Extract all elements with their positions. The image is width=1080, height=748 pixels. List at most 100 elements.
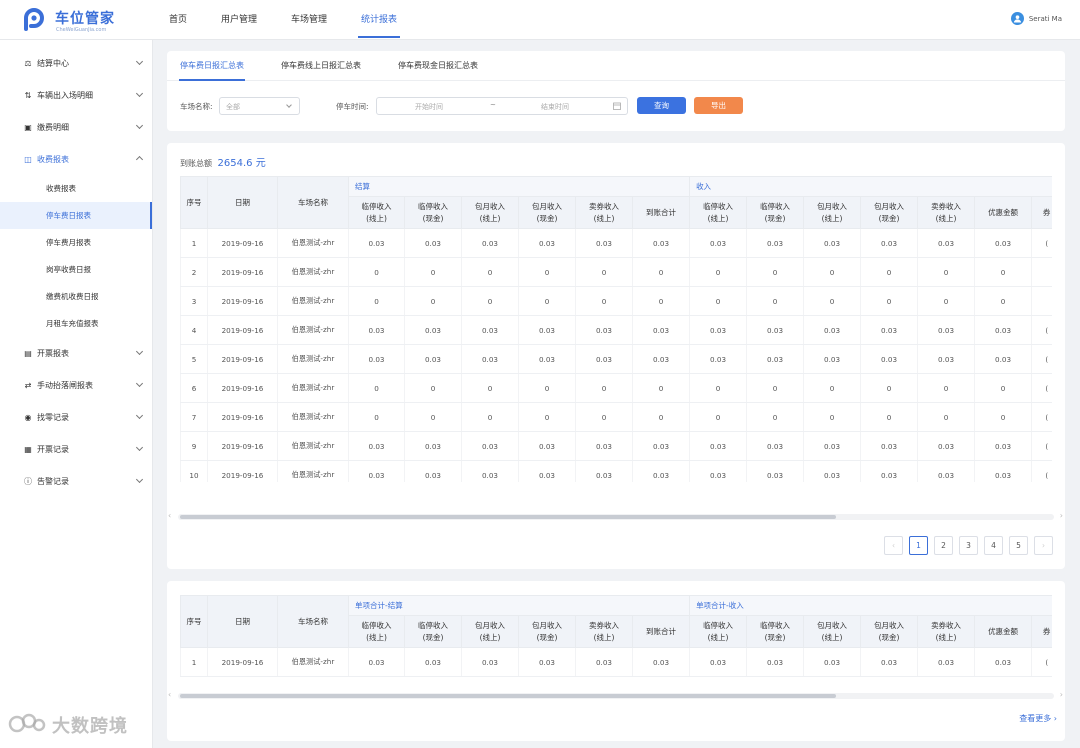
table-row[interactable]: 7 2019-09-16 伯恩测试-zhr 0 0 0 0 0 0 0 0 0 0 0 0( xyxy=(180,402,1052,432)
column-header: 优惠金额 xyxy=(974,196,1033,229)
watermark: 大数跨境 xyxy=(8,712,128,738)
sidebar-sub-booth-daily[interactable]: 岗亭收费日报 xyxy=(0,256,152,283)
page-5-button[interactable]: 5 xyxy=(1009,536,1028,555)
lot-header: 车场名称 xyxy=(277,595,349,648)
nav-home[interactable]: 首页 xyxy=(152,0,204,40)
sidebar-item-invoice-record[interactable]: ▦ 开票记录 xyxy=(0,433,152,465)
table-cell: 0.03 xyxy=(461,228,519,258)
date-header: 日期 xyxy=(207,176,278,229)
index-header: 序号 xyxy=(180,595,208,648)
lot-header: 车场名称 xyxy=(277,176,349,229)
sidebar-item-label: 结算中心 xyxy=(37,58,69,68)
scroll-left-icon[interactable]: ‹ xyxy=(168,511,171,520)
sidebar-sub-fee-report[interactable]: 收费报表 xyxy=(0,175,152,202)
table-cell: 0.03 xyxy=(803,228,861,258)
page-2-button[interactable]: 2 xyxy=(934,536,953,555)
table-row[interactable]: 1 2019-09-16 伯恩测试-zhr 0.03 0.03 0.03 0.03 0.03 0… xyxy=(180,228,1052,258)
table-cell: 0.03 xyxy=(518,460,576,482)
filter-bar: 车场名称: 全部 停车时间: 开始时间 ~ 结束时间 xyxy=(167,97,1065,115)
table-cell: 2019-09-16 xyxy=(207,257,278,287)
page-3-button[interactable]: 3 xyxy=(959,536,978,555)
settle-icon: ⚖ xyxy=(24,58,32,68)
nav-lot-management[interactable]: 车场管理 xyxy=(274,0,344,40)
sidebar-item-alert-record[interactable]: ⓘ 告警记录 xyxy=(0,465,152,497)
scrollbar-thumb[interactable] xyxy=(180,515,836,519)
table-row[interactable]: 9 2019-09-16 伯恩测试-zhr 0.03 0.03 0.03 0.03 0.03 0… xyxy=(180,431,1052,461)
nav-statistics[interactable]: 统计报表 xyxy=(344,0,414,40)
table-cell: 0 xyxy=(803,257,861,287)
table-cell: ( xyxy=(1031,402,1052,432)
column-header: 临停收入 (现金) xyxy=(746,196,805,229)
sidebar-item-fee-report[interactable]: ◫ 收费报表 xyxy=(0,143,152,175)
summary-table-wrapper[interactable]: 序号 日期 车场名称 单项合计-结算 单项合计-收入 临停收入 (线上) 临停收入 (现金)… xyxy=(180,595,1052,699)
export-button[interactable]: 导出 xyxy=(694,97,743,114)
tab-daily-summary[interactable]: 停车费日报汇总表 xyxy=(167,51,257,81)
scroll-right-icon[interactable]: › xyxy=(1060,690,1063,699)
table-row[interactable]: 10 2019-09-16 伯恩测试-zhr 0.03 0.03 0.03 0.03 0.03… xyxy=(180,460,1052,482)
user-menu[interactable]: Serati Ma xyxy=(1010,12,1062,25)
view-more-link[interactable]: 查看更多 › xyxy=(1019,713,1057,724)
sidebar-sub-daily-report[interactable]: 停车费日报表 xyxy=(0,202,152,229)
sidebar-sub-monthly-recharge[interactable]: 月租车充值报表 xyxy=(0,310,152,337)
table-cell: 0 xyxy=(575,286,633,316)
table-cell: 0 xyxy=(518,402,576,432)
scroll-right-icon[interactable]: › xyxy=(1060,511,1063,520)
table-cell: 0.03 xyxy=(631,315,690,345)
column-header: 卖券收入 (线上) xyxy=(917,196,976,229)
range-separator: ~ xyxy=(490,101,496,109)
table-cell: 0 xyxy=(461,373,519,403)
sidebar-sub-monthly-report[interactable]: 停车费月报表 xyxy=(0,229,152,256)
sidebar-item-payment-detail[interactable]: ▣ 缴费明细 xyxy=(0,111,152,143)
table-cell: 0.03 xyxy=(803,315,861,345)
tab-cash-daily-summary[interactable]: 停车费现金日报汇总表 xyxy=(385,51,491,80)
nav-user-management[interactable]: 用户管理 xyxy=(204,0,274,40)
table-row[interactable]: 3 2019-09-16 伯恩测试-zhr 0 0 0 0 0 0 0 0 0 0 0 0 xyxy=(180,286,1052,316)
table-cell: 0.03 xyxy=(404,315,462,345)
table-row[interactable]: 1 2019-09-16 伯恩测试-zhr 0.03 0.03 0.03 0.03 0.03 0… xyxy=(180,647,1052,677)
table-cell: ( xyxy=(1031,344,1052,374)
table-cell: 0 xyxy=(631,373,690,403)
sidebar-item-manual-gate[interactable]: ⇄ 手动抬落闸报表 xyxy=(0,369,152,401)
table-cell: 0.03 xyxy=(917,315,975,345)
start-time-input[interactable]: 开始时间 xyxy=(415,102,443,112)
table-row[interactable]: 6 2019-09-16 伯恩测试-zhr 0 0 0 0 0 0 0 0 0 0 0 0( xyxy=(180,373,1052,403)
table-cell: 伯恩测试-zhr xyxy=(277,344,349,374)
end-time-input[interactable]: 结束时间 xyxy=(541,102,569,112)
table-cell: 0.03 xyxy=(518,647,576,677)
sidebar-item-vehicle-entry-exit[interactable]: ⇅ 车辆出入场明细 xyxy=(0,79,152,111)
prev-page-button[interactable]: ‹ xyxy=(884,536,903,555)
query-button[interactable]: 查询 xyxy=(637,97,686,114)
scroll-left-icon[interactable]: ‹ xyxy=(168,690,171,699)
table-cell: 0.03 xyxy=(404,431,462,461)
table-cell: 0.03 xyxy=(518,228,576,258)
table-cell: 0.03 xyxy=(746,344,804,374)
top-bar: 车位管家 CheWeiGuanJia.com 首页 用户管理 车场管理 统计报表… xyxy=(0,0,1080,40)
sidebar-item-settlement[interactable]: ⚖ 结算中心 xyxy=(0,47,152,79)
sidebar-item-invoice-report[interactable]: ▤ 开票报表 xyxy=(0,337,152,369)
date-range-picker[interactable]: 开始时间 ~ 结束时间 xyxy=(376,97,628,115)
sidebar-item-change-record[interactable]: ◉ 找零记录 xyxy=(0,401,152,433)
lot-select[interactable]: 全部 xyxy=(219,97,300,115)
report-table-wrapper[interactable]: 序号 日期 车场名称 结算 收入 临停收入 (线上) 临停收入 (现金) 包月收入 (线上) 包… xyxy=(180,176,1052,482)
table-cell: 0 xyxy=(803,402,861,432)
watermark-text: 大数跨境 xyxy=(52,716,128,737)
table-cell: 4 xyxy=(180,315,208,345)
total-value: 2654.6 元 xyxy=(217,158,266,169)
table-cell: 0 xyxy=(348,286,405,316)
page-4-button[interactable]: 4 xyxy=(984,536,1003,555)
table-row[interactable]: 2 2019-09-16 伯恩测试-zhr 0 0 0 0 0 0 0 0 0 0 0 0 xyxy=(180,257,1052,287)
tab-online-daily-summary[interactable]: 停车费线上日报汇总表 xyxy=(268,51,374,80)
sidebar-sub-machine-daily[interactable]: 缴费机收费日报 xyxy=(0,283,152,310)
scrollbar-thumb[interactable] xyxy=(180,694,836,698)
table-cell: 0.03 xyxy=(803,344,861,374)
next-page-button[interactable]: › xyxy=(1034,536,1053,555)
app-subtitle: CheWeiGuanJia.com xyxy=(56,27,107,33)
page-1-button[interactable]: 1 xyxy=(909,536,928,555)
table-row[interactable]: 5 2019-09-16 伯恩测试-zhr 0.03 0.03 0.03 0.03 0.03 0… xyxy=(180,344,1052,374)
horizontal-scrollbar[interactable] xyxy=(178,693,1054,699)
chevron-down-icon xyxy=(135,443,144,452)
table-cell: 0.03 xyxy=(348,460,405,482)
table-row[interactable]: 4 2019-09-16 伯恩测试-zhr 0.03 0.03 0.03 0.03 0.03 0… xyxy=(180,315,1052,345)
horizontal-scrollbar[interactable] xyxy=(178,514,1054,520)
column-header: 包月收入 (现金) xyxy=(860,196,919,229)
